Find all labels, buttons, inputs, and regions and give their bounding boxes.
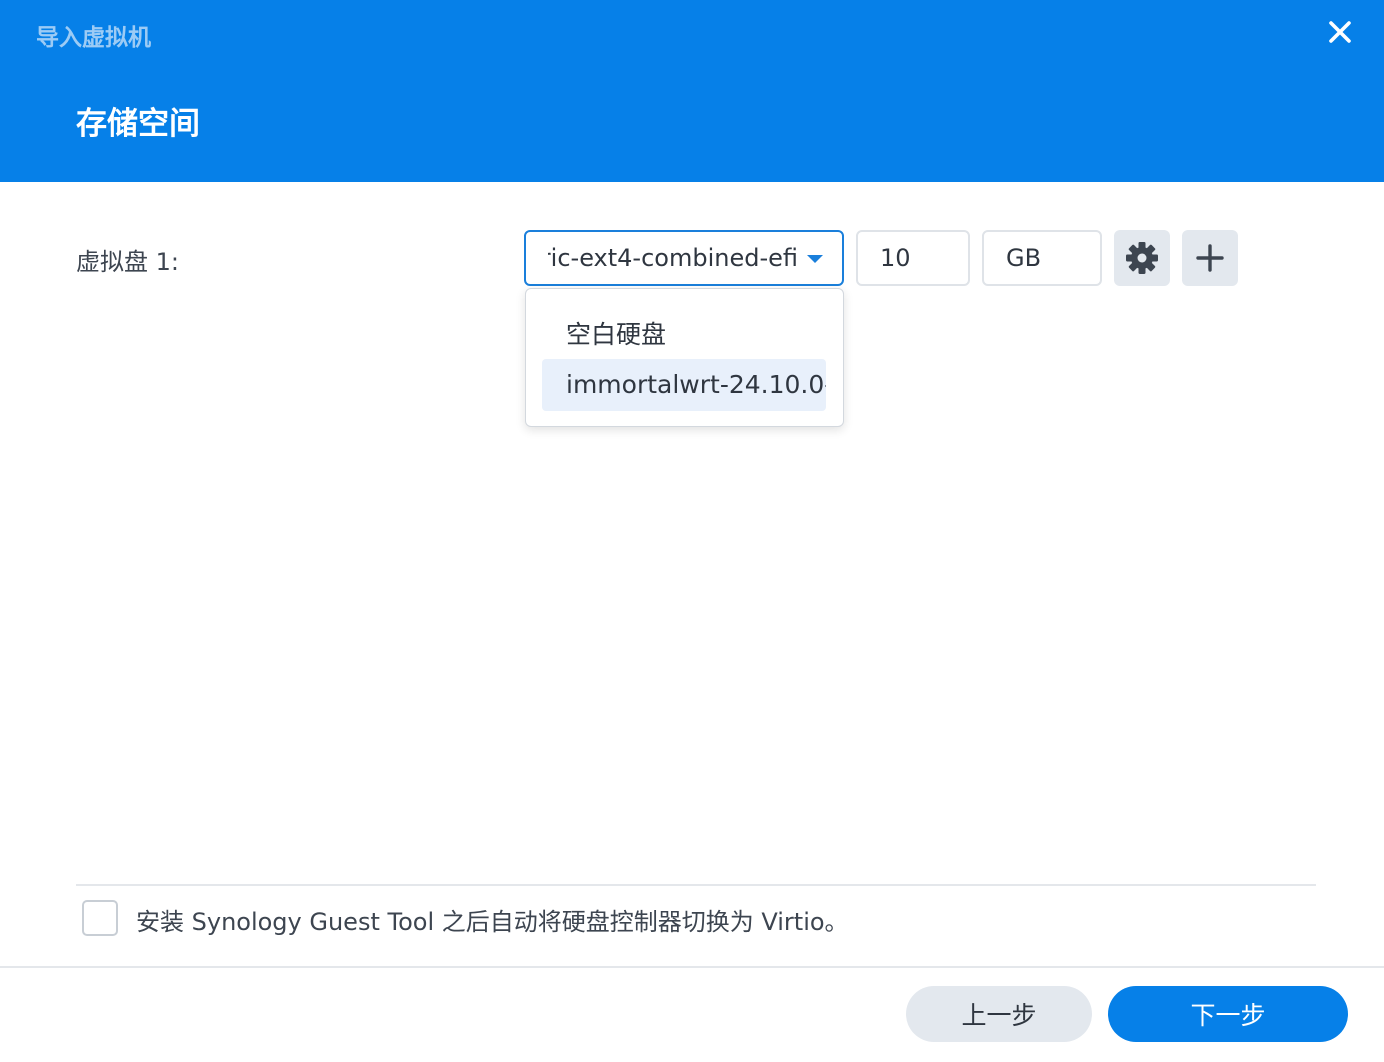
close-button[interactable] bbox=[1318, 12, 1362, 52]
size-unit-value: GB bbox=[1006, 244, 1042, 272]
add-disk-button[interactable] bbox=[1182, 230, 1238, 286]
plus-icon bbox=[1196, 244, 1224, 272]
disk-size-input[interactable] bbox=[856, 230, 970, 286]
previous-button[interactable]: 上一步 bbox=[906, 986, 1092, 1042]
disk-settings-button[interactable] bbox=[1114, 230, 1170, 286]
virtio-checkbox-label[interactable]: 安装 Synology Guest Tool 之后自动将硬盘控制器切换为 Vir… bbox=[136, 902, 849, 937]
dropdown-option-immortalwrt[interactable]: immortalwrt-24.10.0-x86-64-generic-ext4-… bbox=[542, 359, 826, 411]
step-title: 存储空间 bbox=[76, 106, 200, 142]
virtio-checkbox[interactable] bbox=[82, 900, 118, 936]
footer-divider bbox=[0, 966, 1384, 968]
virtual-disk-label: 虚拟盘 1: bbox=[76, 248, 179, 276]
dropdown-option-blank-disk[interactable]: 空白硬盘 bbox=[542, 309, 826, 361]
caret-down-icon bbox=[807, 255, 823, 263]
wizard-header: 导入虚拟机 存储空间 bbox=[0, 0, 1384, 182]
gear-icon bbox=[1126, 242, 1158, 274]
size-unit-select[interactable]: GB bbox=[982, 230, 1102, 286]
window-title: 导入虚拟机 bbox=[36, 25, 151, 51]
disk-image-dropdown: 空白硬盘 immortalwrt-24.10.0-x86-64-generic-… bbox=[525, 288, 844, 427]
next-button[interactable]: 下一步 bbox=[1108, 986, 1348, 1042]
disk-image-select[interactable]: immortalwrt-24.10.0-x86-64-generic-ext4-… bbox=[524, 230, 844, 286]
disk-image-select-value: immortalwrt-24.10.0-x86-64-generic-ext4-… bbox=[548, 244, 798, 272]
close-icon bbox=[1329, 21, 1351, 43]
options-divider bbox=[76, 884, 1316, 886]
